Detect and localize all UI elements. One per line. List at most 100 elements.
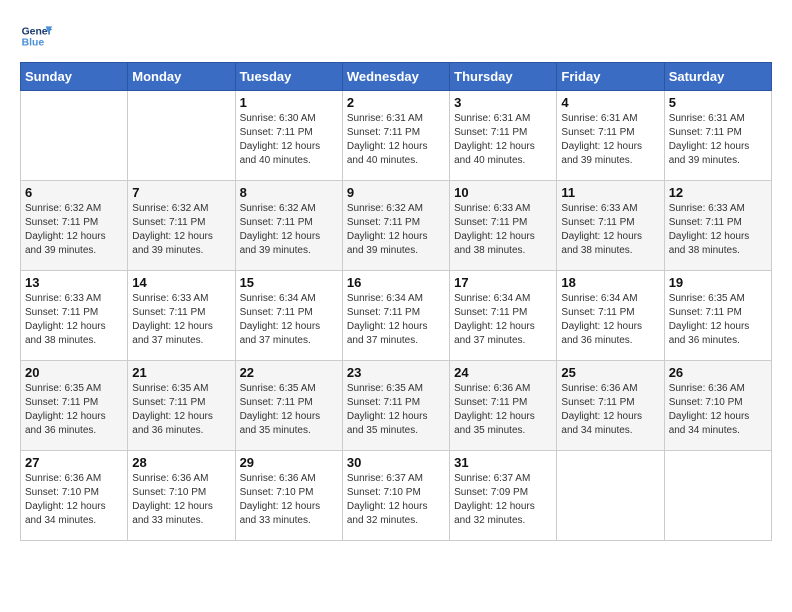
day-info: Sunrise: 6:33 AM Sunset: 7:11 PM Dayligh… [454,202,552,258]
weekday-header: Wednesday [342,63,449,91]
day-info: Sunrise: 6:34 AM Sunset: 7:11 PM Dayligh… [561,292,659,348]
calendar-cell: 25 Sunrise: 6:36 AM Sunset: 7:11 PM Dayli… [557,361,664,451]
day-info: Sunrise: 6:32 AM Sunset: 7:11 PM Dayligh… [132,202,230,258]
weekday-header-row: SundayMondayTuesdayWednesdayThursdayFrid… [21,63,772,91]
calendar-cell: 7 Sunrise: 6:32 AM Sunset: 7:11 PM Daylig… [128,181,235,271]
day-number: 19 [669,275,767,290]
weekday-header: Sunday [21,63,128,91]
calendar-week-row: 13 Sunrise: 6:33 AM Sunset: 7:11 PM Dayli… [21,271,772,361]
weekday-header: Tuesday [235,63,342,91]
day-number: 17 [454,275,552,290]
calendar-cell: 18 Sunrise: 6:34 AM Sunset: 7:11 PM Dayli… [557,271,664,361]
calendar-cell [664,451,771,541]
calendar-cell [557,451,664,541]
calendar-week-row: 1 Sunrise: 6:30 AM Sunset: 7:11 PM Daylig… [21,91,772,181]
calendar-week-row: 27 Sunrise: 6:36 AM Sunset: 7:10 PM Dayli… [21,451,772,541]
calendar-cell: 26Sunrise: 6:36 AM Sunset: 7:10 PM Dayli… [664,361,771,451]
calendar-cell: 4Sunrise: 6:31 AM Sunset: 7:11 PM Daylig… [557,91,664,181]
weekday-header: Monday [128,63,235,91]
day-number: 8 [240,185,338,200]
logo: GeneralBlue [20,20,52,52]
calendar-cell: 10 Sunrise: 6:33 AM Sunset: 7:11 PM Dayli… [450,181,557,271]
calendar-cell: 5 Sunrise: 6:31 AM Sunset: 7:11 PM Daylig… [664,91,771,181]
day-number: 28 [132,455,230,470]
day-number: 10 [454,185,552,200]
day-number: 21 [132,365,230,380]
day-number: 13 [25,275,123,290]
day-info: Sunrise: 6:31 AM Sunset: 7:11 PM Dayligh… [347,112,445,168]
day-number: 2 [347,95,445,110]
day-number: 7 [132,185,230,200]
calendar-cell: 13 Sunrise: 6:33 AM Sunset: 7:11 PM Dayli… [21,271,128,361]
day-info: Sunrise: 6:33 AM Sunset: 7:11 PM Dayligh… [132,292,230,348]
calendar-week-row: 6 Sunrise: 6:32 AM Sunset: 7:11 PM Daylig… [21,181,772,271]
weekday-header: Thursday [450,63,557,91]
day-info: Sunrise: 6:30 AM Sunset: 7:11 PM Dayligh… [240,112,338,168]
calendar-cell: 16 Sunrise: 6:34 AM Sunset: 7:11 PM Dayli… [342,271,449,361]
calendar-cell: 8 Sunrise: 6:32 AM Sunset: 7:11 PM Daylig… [235,181,342,271]
day-info: Sunrise: 6:33 AM Sunset: 7:11 PM Dayligh… [25,292,123,348]
day-info: Sunrise: 6:36 AM Sunset: 7:10 PM Dayligh… [25,472,123,528]
day-number: 20 [25,365,123,380]
day-info: Sunrise: 6:34 AM Sunset: 7:11 PM Dayligh… [347,292,445,348]
day-number: 1 [240,95,338,110]
day-number: 5 [669,95,767,110]
day-info: Sunrise: 6:31 AM Sunset: 7:11 PM Dayligh… [669,112,767,168]
calendar-cell: 12Sunrise: 6:33 AM Sunset: 7:11 PM Dayli… [664,181,771,271]
day-number: 25 [561,365,659,380]
day-number: 30 [347,455,445,470]
calendar-cell: 21 Sunrise: 6:35 AM Sunset: 7:11 PM Dayli… [128,361,235,451]
day-info: Sunrise: 6:36 AM Sunset: 7:10 PM Dayligh… [240,472,338,528]
weekday-header: Saturday [664,63,771,91]
day-number: 29 [240,455,338,470]
day-number: 27 [25,455,123,470]
day-number: 6 [25,185,123,200]
day-info: Sunrise: 6:32 AM Sunset: 7:11 PM Dayligh… [347,202,445,258]
calendar-cell: 6 Sunrise: 6:32 AM Sunset: 7:11 PM Daylig… [21,181,128,271]
day-info: Sunrise: 6:37 AM Sunset: 7:09 PM Dayligh… [454,472,552,528]
calendar-cell: 1 Sunrise: 6:30 AM Sunset: 7:11 PM Daylig… [235,91,342,181]
calendar-cell: 11Sunrise: 6:33 AM Sunset: 7:11 PM Dayli… [557,181,664,271]
day-number: 16 [347,275,445,290]
day-number: 24 [454,365,552,380]
calendar-cell: 31 Sunrise: 6:37 AM Sunset: 7:09 PM Dayli… [450,451,557,541]
day-info: Sunrise: 6:31 AM Sunset: 7:11 PM Dayligh… [454,112,552,168]
logo-icon: GeneralBlue [20,20,52,52]
day-info: Sunrise: 6:37 AM Sunset: 7:10 PM Dayligh… [347,472,445,528]
page-header: GeneralBlue [20,20,772,52]
weekday-header: Friday [557,63,664,91]
day-number: 26 [669,365,767,380]
calendar-cell [21,91,128,181]
day-number: 18 [561,275,659,290]
calendar-cell: 15 Sunrise: 6:34 AM Sunset: 7:11 PM Dayli… [235,271,342,361]
day-info: Sunrise: 6:33 AM Sunset: 7:11 PM Dayligh… [669,202,767,258]
calendar-cell: 2 Sunrise: 6:31 AM Sunset: 7:11 PM Daylig… [342,91,449,181]
calendar-cell: 14Sunrise: 6:33 AM Sunset: 7:11 PM Dayli… [128,271,235,361]
day-info: Sunrise: 6:33 AM Sunset: 7:11 PM Dayligh… [561,202,659,258]
calendar-cell: 22Sunrise: 6:35 AM Sunset: 7:11 PM Dayli… [235,361,342,451]
calendar-cell: 29 Sunrise: 6:36 AM Sunset: 7:10 PM Dayli… [235,451,342,541]
day-info: Sunrise: 6:32 AM Sunset: 7:11 PM Dayligh… [25,202,123,258]
day-number: 31 [454,455,552,470]
calendar-cell: 24Sunrise: 6:36 AM Sunset: 7:11 PM Dayli… [450,361,557,451]
day-info: Sunrise: 6:35 AM Sunset: 7:11 PM Dayligh… [132,382,230,438]
day-info: Sunrise: 6:35 AM Sunset: 7:11 PM Dayligh… [347,382,445,438]
calendar-cell: 28 Sunrise: 6:36 AM Sunset: 7:10 PM Dayli… [128,451,235,541]
day-info: Sunrise: 6:35 AM Sunset: 7:11 PM Dayligh… [25,382,123,438]
calendar-cell: 3 Sunrise: 6:31 AM Sunset: 7:11 PM Daylig… [450,91,557,181]
day-info: Sunrise: 6:36 AM Sunset: 7:11 PM Dayligh… [561,382,659,438]
calendar-cell: 23 Sunrise: 6:35 AM Sunset: 7:11 PM Dayli… [342,361,449,451]
day-info: Sunrise: 6:34 AM Sunset: 7:11 PM Dayligh… [240,292,338,348]
calendar-week-row: 20 Sunrise: 6:35 AM Sunset: 7:11 PM Dayli… [21,361,772,451]
day-number: 23 [347,365,445,380]
day-number: 15 [240,275,338,290]
day-info: Sunrise: 6:32 AM Sunset: 7:11 PM Dayligh… [240,202,338,258]
calendar-cell: 17 Sunrise: 6:34 AM Sunset: 7:11 PM Dayli… [450,271,557,361]
day-info: Sunrise: 6:36 AM Sunset: 7:10 PM Dayligh… [132,472,230,528]
day-number: 3 [454,95,552,110]
day-info: Sunrise: 6:35 AM Sunset: 7:11 PM Dayligh… [669,292,767,348]
calendar-cell: 9Sunrise: 6:32 AM Sunset: 7:11 PM Daylig… [342,181,449,271]
svg-text:Blue: Blue [22,38,45,49]
calendar-cell: 20 Sunrise: 6:35 AM Sunset: 7:11 PM Dayli… [21,361,128,451]
day-info: Sunrise: 6:34 AM Sunset: 7:11 PM Dayligh… [454,292,552,348]
